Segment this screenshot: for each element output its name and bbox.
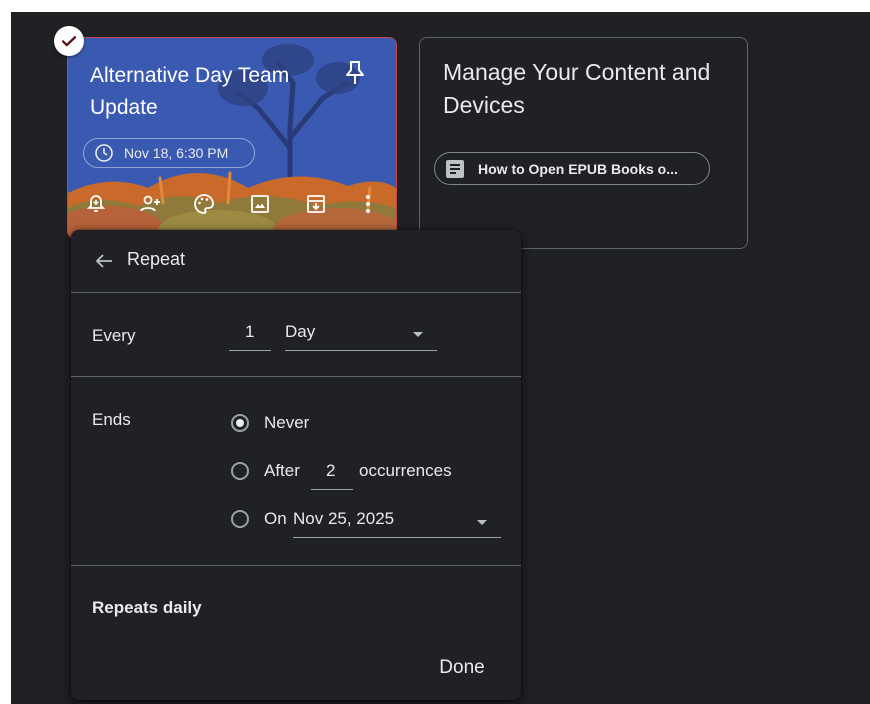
dialog-header: Repeat — [71, 230, 521, 292]
keep-workspace: Alternative Day Team Update Nov 18, 6:30… — [11, 12, 870, 704]
document-icon — [446, 159, 464, 178]
occurrences-input[interactable]: 2 — [311, 456, 353, 490]
dialog-title: Repeat — [127, 249, 186, 269]
selected-check-icon[interactable] — [54, 26, 84, 56]
every-count-value: 1 — [245, 322, 255, 341]
note-card-alternative-day[interactable]: Alternative Day Team Update Nov 18, 6:30… — [67, 37, 397, 239]
end-date-select[interactable]: Nov 25, 2025 — [293, 504, 501, 538]
every-unit-select[interactable]: Day — [285, 320, 437, 352]
repeat-dialog: Repeat Every 1 Day Ends Never After 2 oc… — [71, 230, 521, 700]
more-icon[interactable] — [356, 192, 380, 216]
reminder-chip[interactable]: Nov 18, 6:30 PM — [83, 138, 255, 168]
palette-icon[interactable] — [192, 192, 216, 216]
end-date-value: Nov 25, 2025 — [293, 509, 395, 528]
never-radio[interactable] — [231, 414, 249, 432]
divider — [71, 292, 521, 293]
on-label: On — [264, 509, 287, 528]
on-date-radio[interactable] — [231, 510, 249, 528]
collaborator-icon[interactable] — [138, 192, 162, 216]
note-card-manage-content[interactable]: Manage Your Content and Devices How to O… — [419, 37, 748, 249]
divider — [71, 376, 521, 377]
ends-label: Ends — [92, 410, 131, 429]
every-label: Every — [92, 326, 136, 345]
note-title: Alternative Day Team Update — [90, 64, 290, 119]
pin-icon[interactable] — [344, 60, 366, 86]
web-link-label: How to Open EPUB Books o... — [478, 160, 678, 177]
occurrences-value: 2 — [326, 461, 336, 480]
divider — [71, 565, 521, 566]
dropdown-arrow-icon — [413, 332, 423, 337]
never-label: Never — [264, 413, 310, 432]
after-label: After — [264, 461, 300, 480]
note-toolbar — [68, 186, 396, 222]
clock-icon — [95, 144, 113, 162]
reminder-chip-label: Nov 18, 6:30 PM — [124, 145, 229, 161]
repeat-summary: Repeats daily — [92, 598, 202, 617]
every-unit-value: Day — [285, 322, 316, 341]
remind-me-icon[interactable] — [84, 192, 108, 216]
done-button[interactable]: Done — [421, 648, 503, 688]
back-arrow-icon[interactable] — [93, 250, 115, 272]
archive-icon[interactable] — [304, 192, 328, 216]
occurrences-label: occurrences — [359, 461, 452, 480]
dropdown-arrow-icon — [477, 520, 487, 525]
image-icon[interactable] — [248, 192, 272, 216]
note-title: Manage Your Content and Devices — [443, 59, 711, 118]
web-link-chip[interactable]: How to Open EPUB Books o... — [434, 152, 710, 185]
every-count-input[interactable]: 1 — [229, 320, 271, 352]
after-radio[interactable] — [231, 462, 249, 480]
